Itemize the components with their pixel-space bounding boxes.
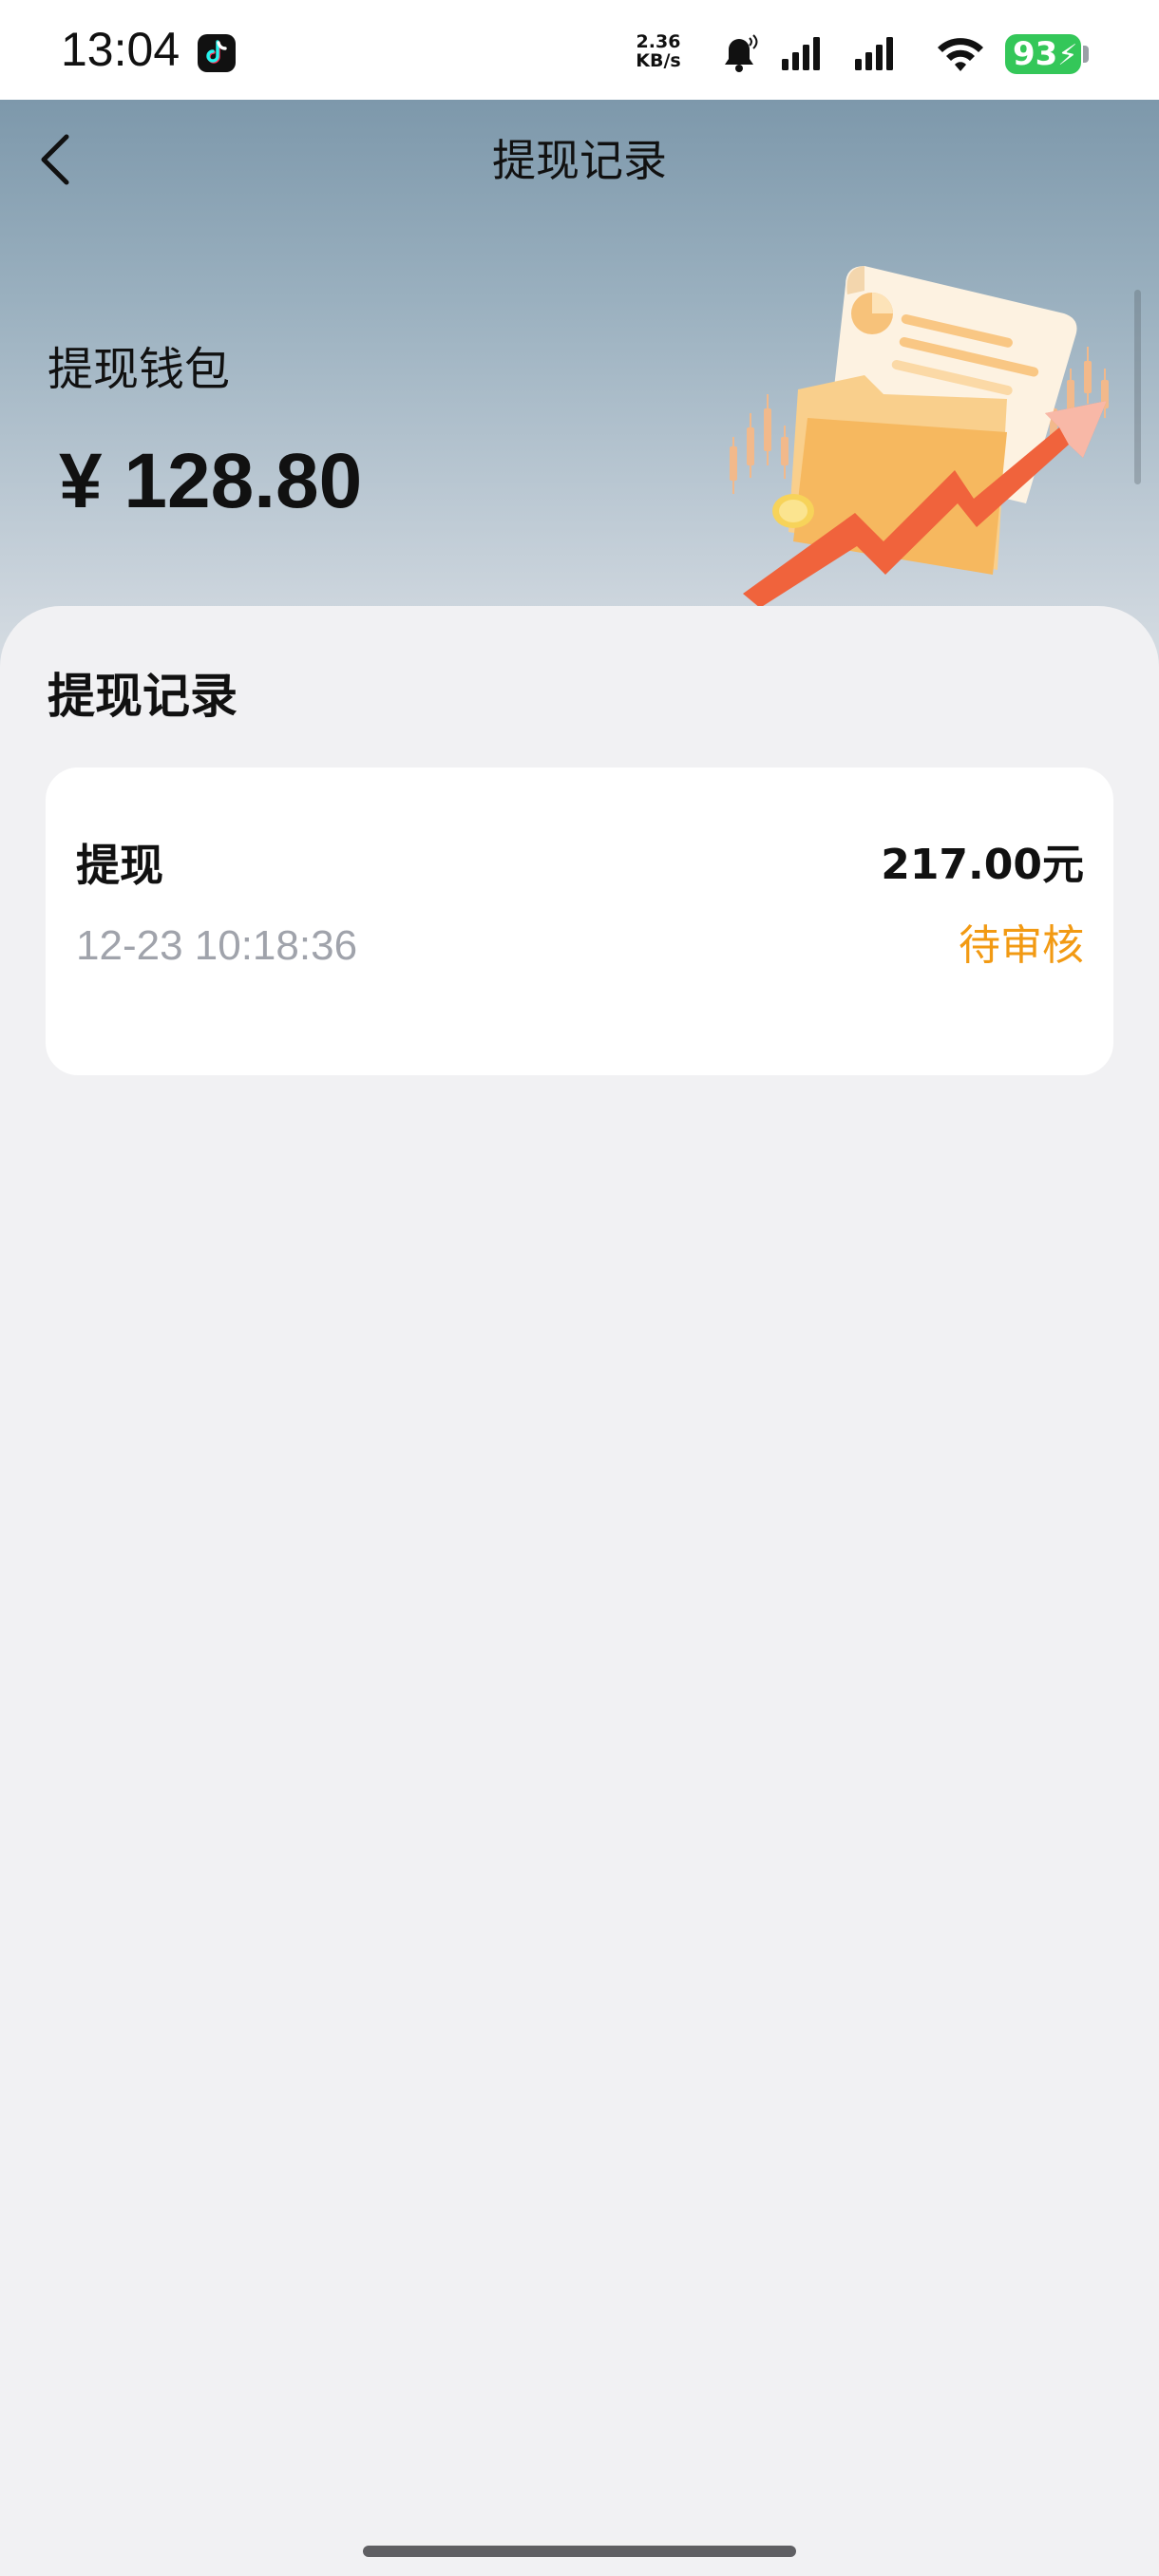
finance-illustration: [722, 256, 1130, 608]
record-amount: 217.00元: [881, 841, 1084, 889]
battery-level: 93: [1013, 35, 1058, 73]
network-speed-unit: KB/s: [636, 50, 681, 71]
tiktok-icon: [198, 34, 236, 72]
network-speed: 2.36 KB/s: [629, 32, 688, 70]
page-title: 提现记录: [492, 135, 667, 186]
record-time: 12-23 10:18:36: [76, 922, 358, 969]
battery-cap: [1083, 46, 1089, 63]
status-bar: 13:04 2.36 KB/s 93⚡: [0, 0, 1159, 100]
status-badge: 待审核: [959, 921, 1084, 970]
battery-icon: 93⚡: [1005, 34, 1081, 74]
scrollbar[interactable]: [1134, 290, 1141, 484]
signal-icon: [782, 37, 820, 70]
bell-icon: [725, 34, 758, 72]
wallet-balance: ¥ 128.80: [59, 438, 363, 524]
wifi-icon: [938, 38, 983, 71]
section-title: 提现记录: [48, 669, 238, 724]
network-speed-value: 2.36: [636, 31, 681, 52]
signal-icon: [855, 37, 893, 70]
status-icons: [717, 27, 1002, 87]
home-indicator[interactable]: [363, 2546, 796, 2557]
status-time: 13:04: [61, 23, 180, 76]
wallet-label: 提现钱包: [48, 343, 231, 396]
record-type: 提现: [76, 840, 163, 891]
